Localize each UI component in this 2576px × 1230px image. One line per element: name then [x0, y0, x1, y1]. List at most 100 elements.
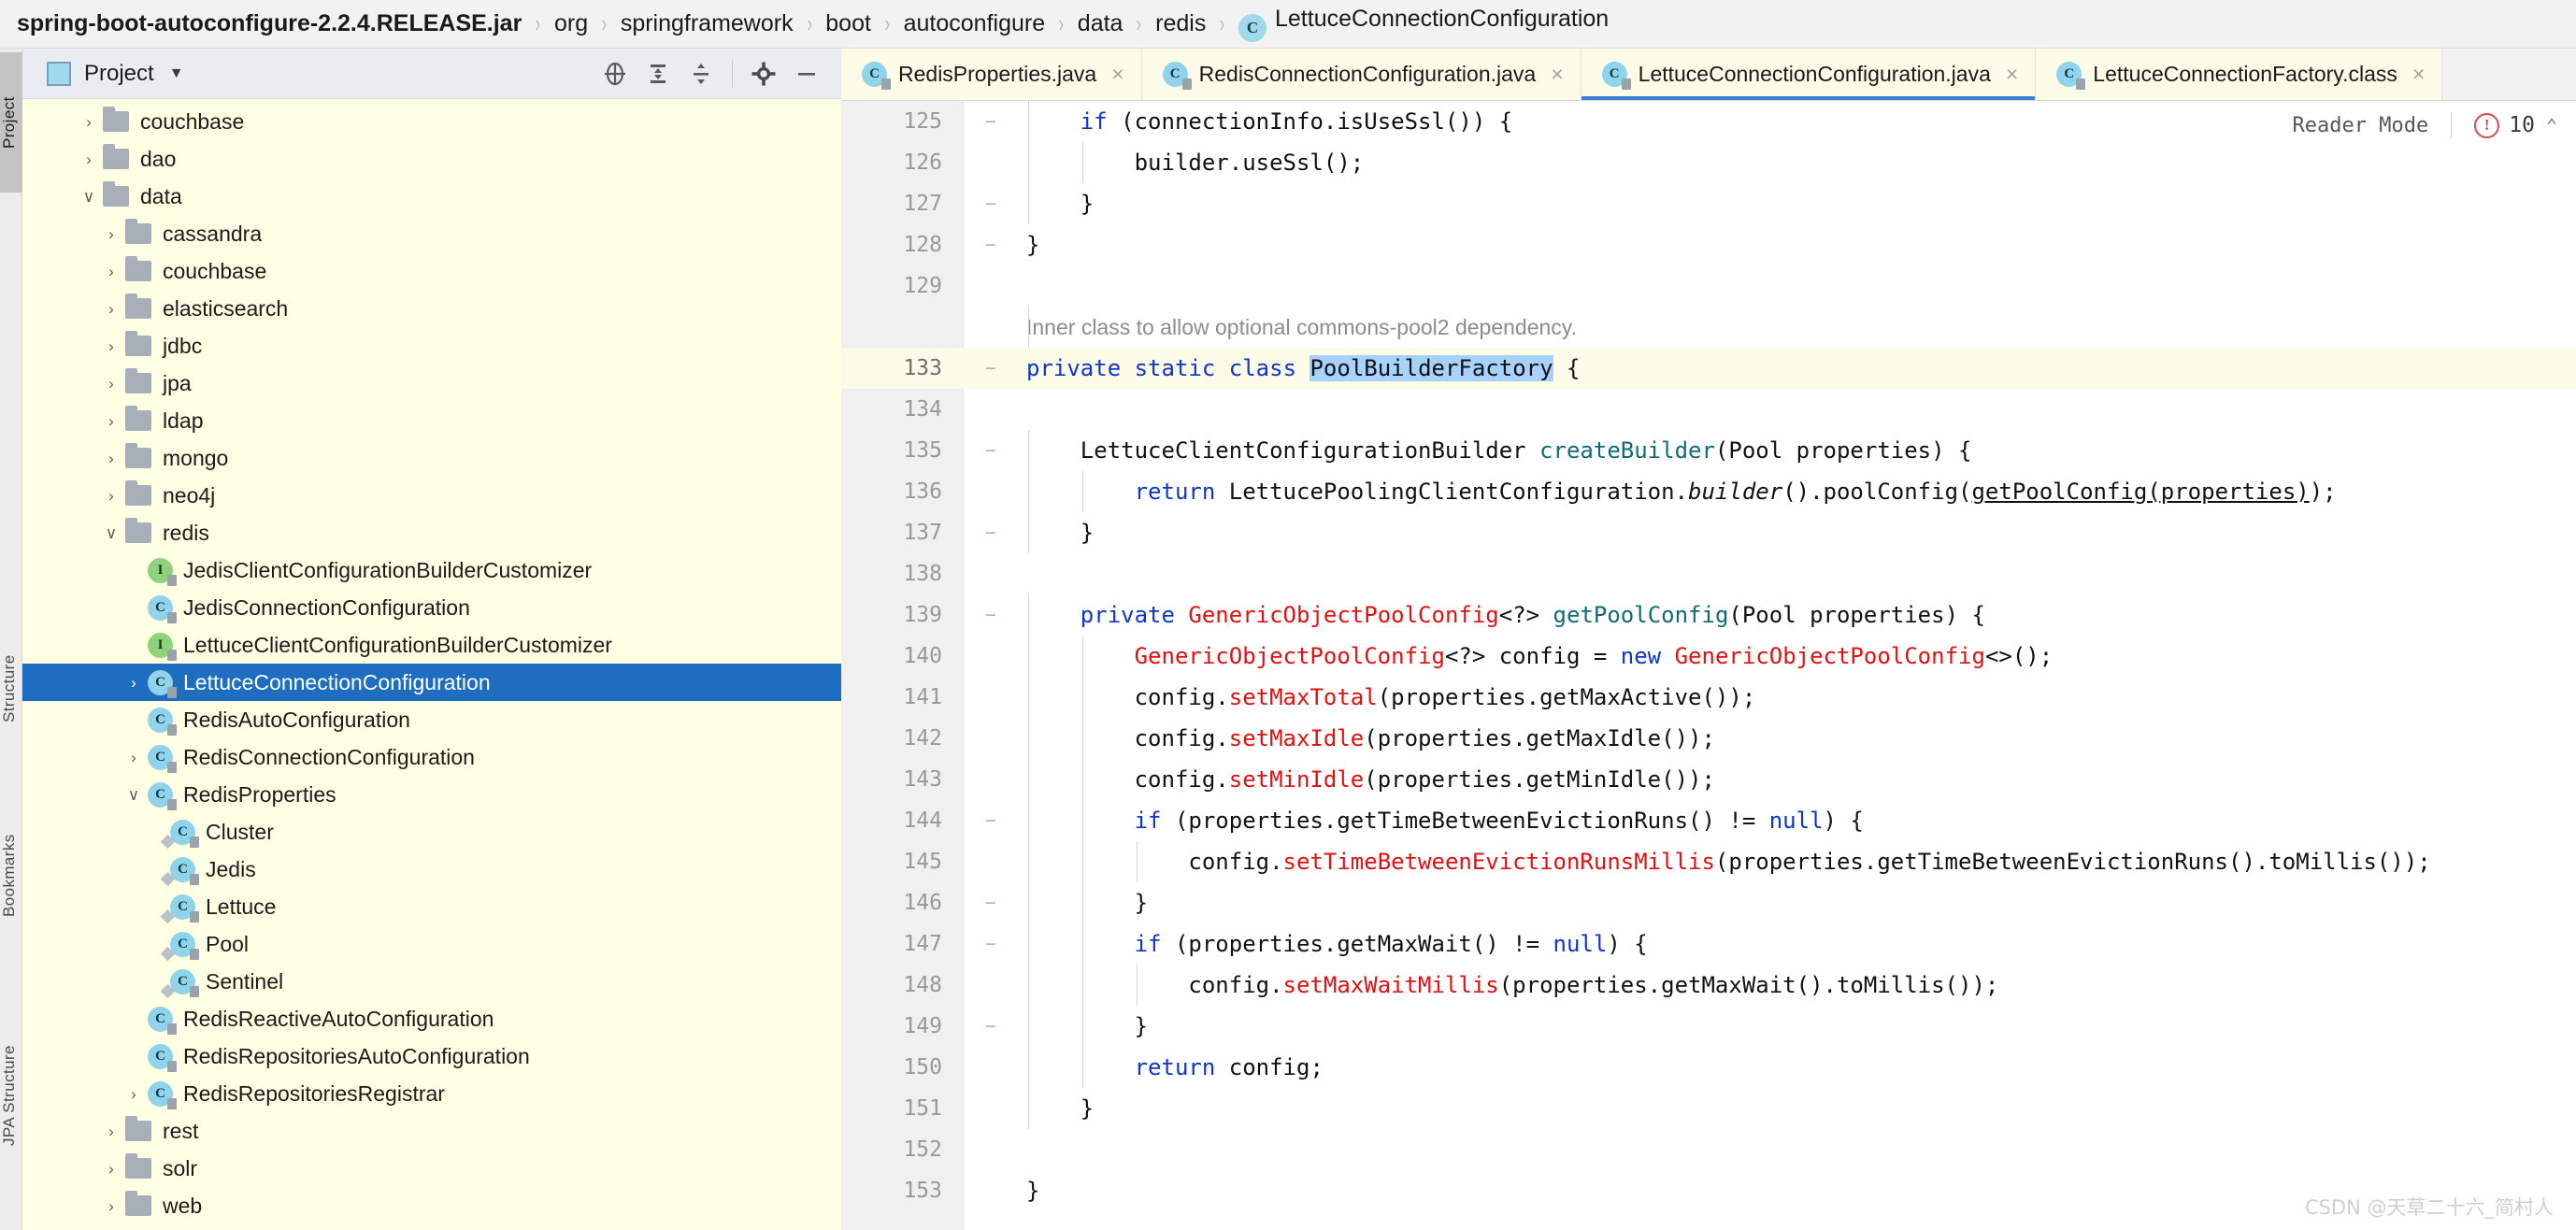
gear-icon[interactable] — [742, 52, 785, 95]
tree-row[interactable]: ›CJedis — [22, 851, 841, 888]
breadcrumb-item[interactable]: autoconfigure — [904, 10, 1046, 37]
chevron-right-icon[interactable]: › — [97, 376, 125, 392]
tree-row[interactable]: ›ILettuceClientConfigurationBuilderCusto… — [22, 626, 841, 664]
collapsed-javadoc[interactable]: Inner class to allow optional commons-po… — [1026, 307, 1577, 348]
chevron-right-icon[interactable]: › — [75, 114, 103, 130]
breadcrumb-item[interactable]: C LettuceConnectionConfiguration — [1238, 6, 1609, 42]
chevron-right-icon[interactable]: › — [97, 301, 125, 317]
tree-row[interactable]: › C RedisConnectionConfiguration — [22, 738, 841, 776]
hide-panel-icon[interactable] — [785, 52, 828, 95]
fold-marker-icon[interactable]: − — [972, 800, 1009, 841]
editor-tab[interactable]: C RedisConnectionConfiguration.java × — [1141, 49, 1581, 100]
fold-marker-icon[interactable]: − — [972, 101, 1009, 142]
tree-row[interactable]: ›CLettuce — [22, 888, 841, 925]
editor-tab[interactable]: C LettuceConnectionFactory.class × — [2036, 49, 2443, 100]
tree-row[interactable]: › couchbase — [22, 252, 841, 290]
breadcrumb-item[interactable]: springframework — [621, 10, 794, 37]
code-line[interactable]: 145 config.setTimeBetweenEvictionRunsMil… — [841, 841, 2576, 882]
strip-button-structure[interactable]: Structure — [0, 609, 22, 768]
code-line[interactable]: 147 − if (properties.getMaxWait() != null… — [841, 923, 2576, 965]
tree-row[interactable]: ›CPool — [22, 925, 841, 963]
chevron-right-icon[interactable]: › — [97, 1198, 125, 1214]
chevron-right-icon[interactable]: › — [75, 151, 103, 167]
tree-row-selected[interactable]: › C LettuceConnectionConfiguration — [22, 664, 841, 701]
tree-row[interactable]: ›CSentinel — [22, 963, 841, 1000]
code-line[interactable]: 150 return config; — [841, 1047, 2576, 1088]
close-icon[interactable]: × — [1111, 64, 1123, 85]
code-line[interactable]: 138 — [841, 553, 2576, 594]
tree-row[interactable]: ∨ data — [22, 178, 841, 215]
tree-row[interactable]: ›CCluster — [22, 813, 841, 851]
fold-marker-icon[interactable]: − — [972, 882, 1009, 923]
tree-row[interactable]: › C RedisRepositoriesRegistrar — [22, 1075, 841, 1112]
strip-button-jpa-structure[interactable]: JPA Structure — [0, 983, 22, 1208]
code-line[interactable]: 151 } — [841, 1088, 2576, 1129]
chevron-right-icon[interactable]: › — [120, 1086, 148, 1102]
chevron-down-icon[interactable]: ▼ — [169, 65, 184, 82]
breadcrumb-item[interactable]: redis — [1155, 10, 1206, 37]
tree-row[interactable]: ›CRedisAutoConfiguration — [22, 701, 841, 738]
breadcrumb-item[interactable]: org — [554, 10, 588, 37]
code-line[interactable]: 141 config.setMaxTotal(properties.getMax… — [841, 677, 2576, 718]
editor-tab-active[interactable]: C LettuceConnectionConfiguration.java × — [1581, 49, 2037, 100]
intention-bulb-icon[interactable] — [980, 357, 1000, 379]
project-tree[interactable]: › couchbase › dao ∨ data › cassandra › couchbase ›… — [22, 99, 841, 1230]
code-line[interactable]: 137 − } — [841, 512, 2576, 553]
tree-row[interactable]: › mongo — [22, 439, 841, 477]
chevron-right-icon[interactable]: › — [120, 750, 148, 765]
close-icon[interactable]: × — [1551, 64, 1563, 85]
chevron-up-icon[interactable]: ⌃ — [2546, 114, 2557, 136]
breadcrumb-item[interactable]: data — [1078, 10, 1123, 37]
chevron-right-icon[interactable]: › — [97, 338, 125, 354]
tree-row[interactable]: › neo4j — [22, 477, 841, 514]
chevron-right-icon[interactable]: › — [97, 1123, 125, 1139]
fold-marker-icon[interactable]: − — [972, 430, 1009, 471]
chevron-right-icon[interactable]: › — [120, 675, 148, 691]
chevron-right-icon[interactable]: › — [97, 488, 125, 504]
tree-row[interactable]: › couchbase — [22, 103, 841, 140]
fold-marker-icon[interactable]: − — [972, 923, 1009, 965]
tree-row[interactable]: › dao — [22, 140, 841, 178]
collapse-all-icon[interactable] — [680, 52, 723, 95]
expand-all-icon[interactable] — [637, 52, 680, 95]
strip-button-bookmarks[interactable]: Bookmarks — [0, 787, 22, 965]
tree-row[interactable]: › cassandra — [22, 215, 841, 252]
tree-row[interactable]: ›IJedisClientConfigurationBuilderCustomi… — [22, 551, 841, 589]
tree-row[interactable]: › jdbc — [22, 327, 841, 365]
tree-row[interactable]: › solr — [22, 1150, 841, 1187]
code-editor[interactable]: 125 − if (connectionInfo.isUseSsl()) {126… — [841, 101, 2576, 1230]
code-line[interactable]: 144 − if (properties.getTimeBetweenEvicti… — [841, 800, 2576, 841]
tree-row[interactable]: › rest — [22, 1112, 841, 1150]
breadcrumb-item[interactable]: spring-boot-autoconfigure-2.2.4.RELEASE.… — [17, 10, 522, 37]
code-line[interactable]: 140 GenericObjectPoolConfig<?> config = … — [841, 636, 2576, 677]
error-status-chip[interactable]: ! 10 — [2474, 112, 2535, 138]
close-icon[interactable]: × — [2006, 64, 2018, 85]
code-line[interactable]: 152 — [841, 1129, 2576, 1170]
reader-mode-label[interactable]: Reader Mode — [2293, 114, 2429, 137]
breadcrumb-item[interactable]: boot — [825, 10, 871, 37]
code-line[interactable]: 135 − LettuceClientConfigurationBuilder c… — [841, 430, 2576, 471]
tree-row[interactable]: ›CJedisConnectionConfiguration — [22, 589, 841, 626]
code-line[interactable]: 142 config.setMaxIdle(properties.getMaxI… — [841, 718, 2576, 759]
tree-row[interactable]: › web — [22, 1187, 841, 1224]
tree-row[interactable]: ∨ C RedisProperties — [22, 776, 841, 813]
chevron-down-icon[interactable]: ∨ — [120, 787, 148, 803]
code-line[interactable]: 139 − private GenericObjectPoolConfig<?> … — [841, 594, 2576, 636]
code-line[interactable]: 148 config.setMaxWaitMillis(properties.g… — [841, 965, 2576, 1006]
fold-marker-icon[interactable]: − — [972, 594, 1009, 636]
locate-icon[interactable] — [594, 52, 637, 95]
tree-row[interactable]: ›CRedisReactiveAutoConfiguration — [22, 1000, 841, 1037]
code-line[interactable]: Inner class to allow optional commons-po… — [841, 307, 2576, 348]
chevron-right-icon[interactable]: › — [97, 451, 125, 466]
fold-marker-icon[interactable]: − — [972, 183, 1009, 224]
fold-marker-icon[interactable]: − — [972, 512, 1009, 553]
chevron-down-icon[interactable]: ∨ — [97, 525, 125, 541]
tree-row[interactable]: › elasticsearch — [22, 290, 841, 327]
tree-row[interactable]: ∨ redis — [22, 514, 841, 551]
code-line[interactable]: 143 config.setMinIdle(properties.getMinI… — [841, 759, 2576, 800]
tree-row[interactable]: › jpa — [22, 365, 841, 402]
fold-marker-icon[interactable]: − — [972, 224, 1009, 265]
code-line[interactable]: 134 — [841, 389, 2576, 430]
chevron-right-icon[interactable]: › — [97, 226, 125, 242]
chevron-right-icon[interactable]: › — [97, 413, 125, 429]
